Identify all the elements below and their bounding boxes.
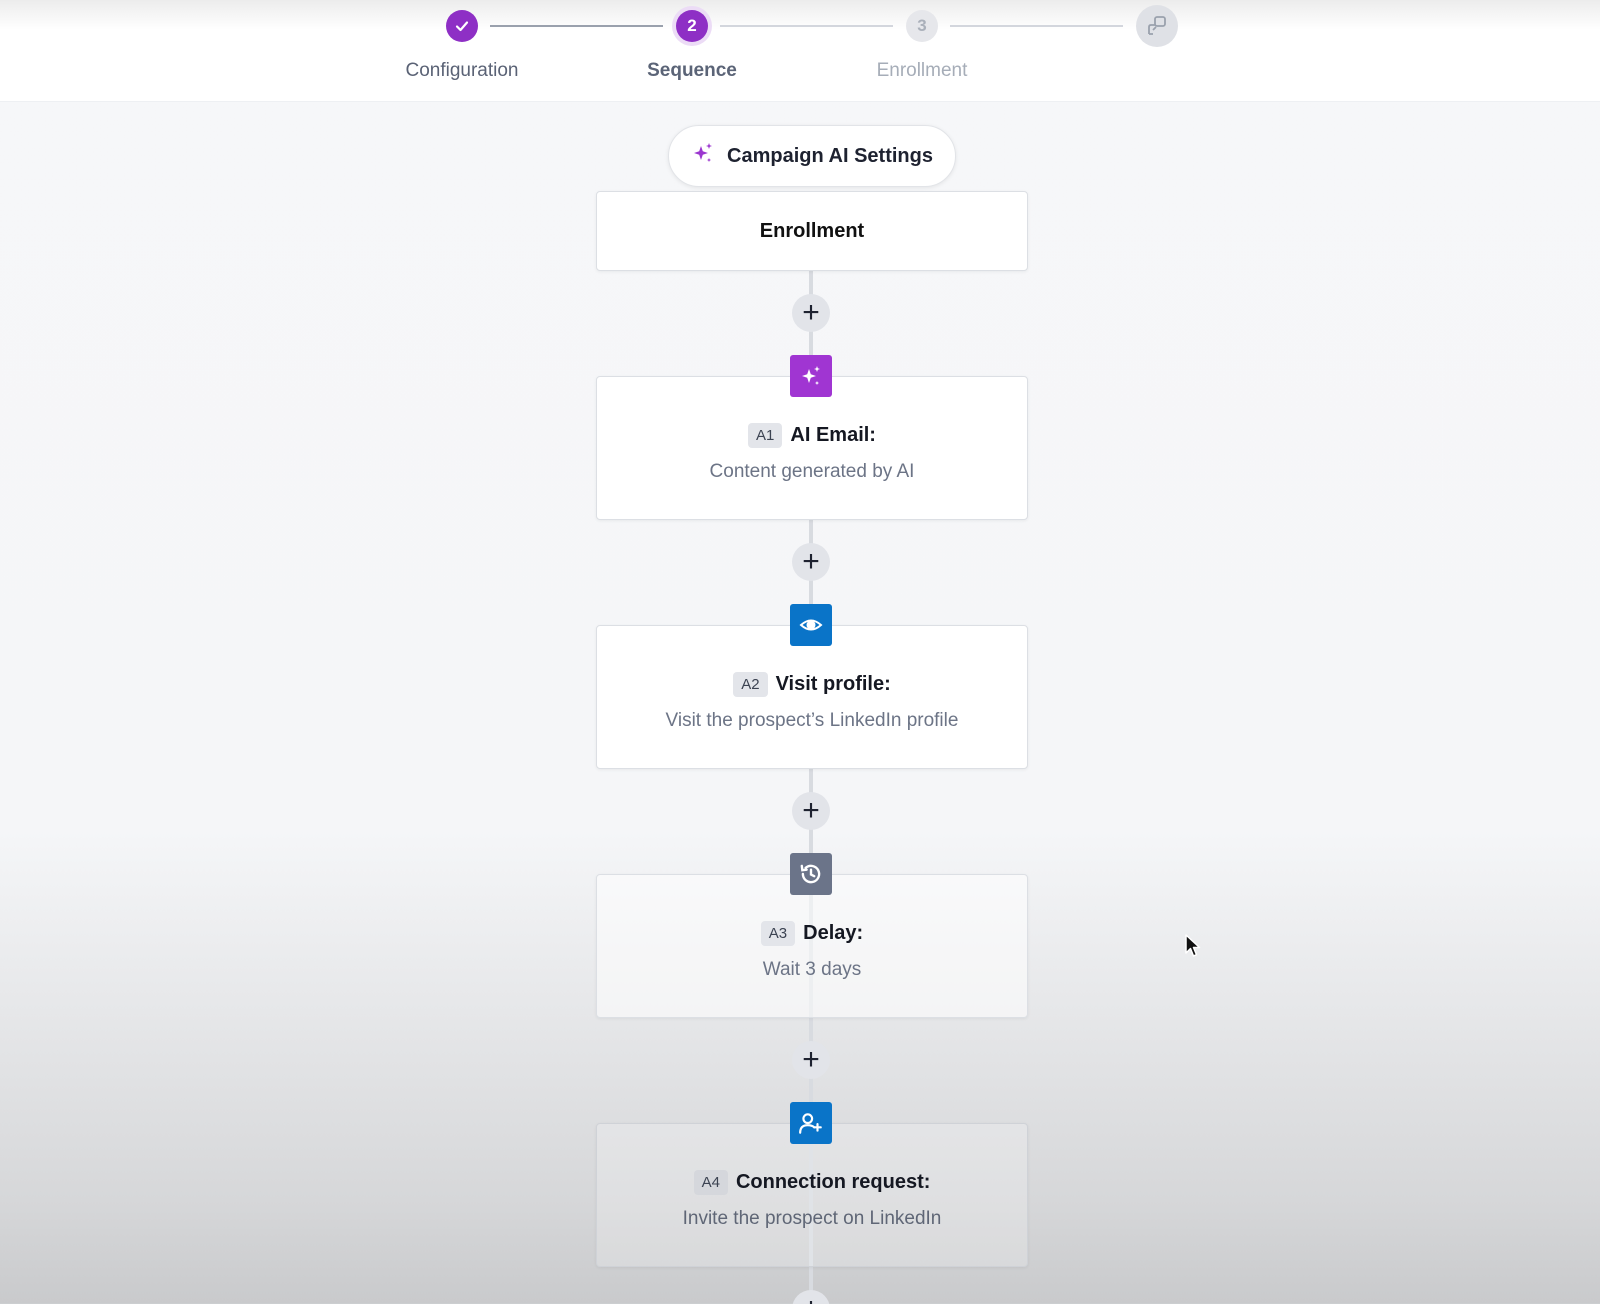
add-step-button[interactable]: +: [792, 1290, 830, 1304]
step-configuration-check-icon[interactable]: [446, 10, 478, 42]
enrollment-card-label: Enrollment: [759, 219, 865, 242]
step-card-visit-profile[interactable]: A2 Visit profile: Visit the prospect’s L…: [596, 625, 1028, 769]
step-card-delay[interactable]: A3 Delay: Wait 3 days: [596, 874, 1028, 1018]
step-connector-1: [490, 25, 663, 27]
step-title-row: A4 Connection request:: [597, 1170, 1027, 1195]
step-label-enrollment[interactable]: Enrollment: [822, 60, 1022, 82]
mouse-cursor-icon: [1184, 933, 1202, 964]
step-title-row: A2 Visit profile:: [597, 672, 1027, 697]
step-sequence-number[interactable]: 2: [676, 10, 708, 42]
campaign-ai-settings-label: Campaign AI Settings: [727, 144, 933, 167]
step-badge: A4: [693, 1170, 728, 1195]
step-title: AI Email:: [790, 424, 876, 446]
step-title-row: A1 AI Email:: [597, 423, 1027, 448]
step-subtitle: Wait 3 days: [762, 959, 862, 980]
step-enrollment-number[interactable]: 3: [906, 10, 938, 42]
history-clock-icon: [790, 853, 832, 895]
step-card-ai-email[interactable]: A1 AI Email: Content generated by AI: [596, 376, 1028, 520]
step-connector-2: [720, 25, 893, 27]
sparkles-icon: [790, 355, 832, 397]
step-title: Delay:: [803, 922, 864, 944]
add-step-button[interactable]: +: [792, 792, 830, 830]
step-title: Visit profile:: [775, 673, 891, 695]
step-badge: A3: [760, 921, 796, 946]
step-connector-3: [950, 25, 1123, 27]
step-title: Connection request:: [735, 1171, 931, 1193]
step-label-sequence[interactable]: Sequence: [592, 60, 792, 82]
launch-step-icon[interactable]: [1136, 5, 1178, 47]
step-subtitle: Invite the prospect on LinkedIn: [682, 1208, 942, 1229]
add-step-button[interactable]: +: [792, 294, 830, 332]
step-label-configuration[interactable]: Configuration: [362, 60, 562, 82]
user-plus-icon: [790, 1102, 832, 1144]
enrollment-trigger-card[interactable]: Enrollment: [596, 191, 1028, 271]
stepper-header: 2 3 Configuration Sequence Enrollment: [0, 0, 1600, 102]
step-badge: A2: [733, 672, 768, 697]
step-title-row: A3 Delay:: [597, 921, 1027, 946]
step-subtitle: Content generated by AI: [709, 461, 915, 482]
campaign-ai-settings-button[interactable]: Campaign AI Settings: [668, 125, 956, 187]
add-step-button[interactable]: +: [792, 543, 830, 581]
add-step-button[interactable]: +: [792, 1041, 830, 1079]
step-badge: A1: [748, 423, 783, 448]
sparkles-icon: [691, 141, 715, 171]
step-subtitle: Visit the prospect’s LinkedIn profile: [665, 710, 959, 731]
step-card-connection-request[interactable]: A4 Connection request: Invite the prospe…: [596, 1123, 1028, 1267]
eye-icon: [790, 604, 832, 646]
